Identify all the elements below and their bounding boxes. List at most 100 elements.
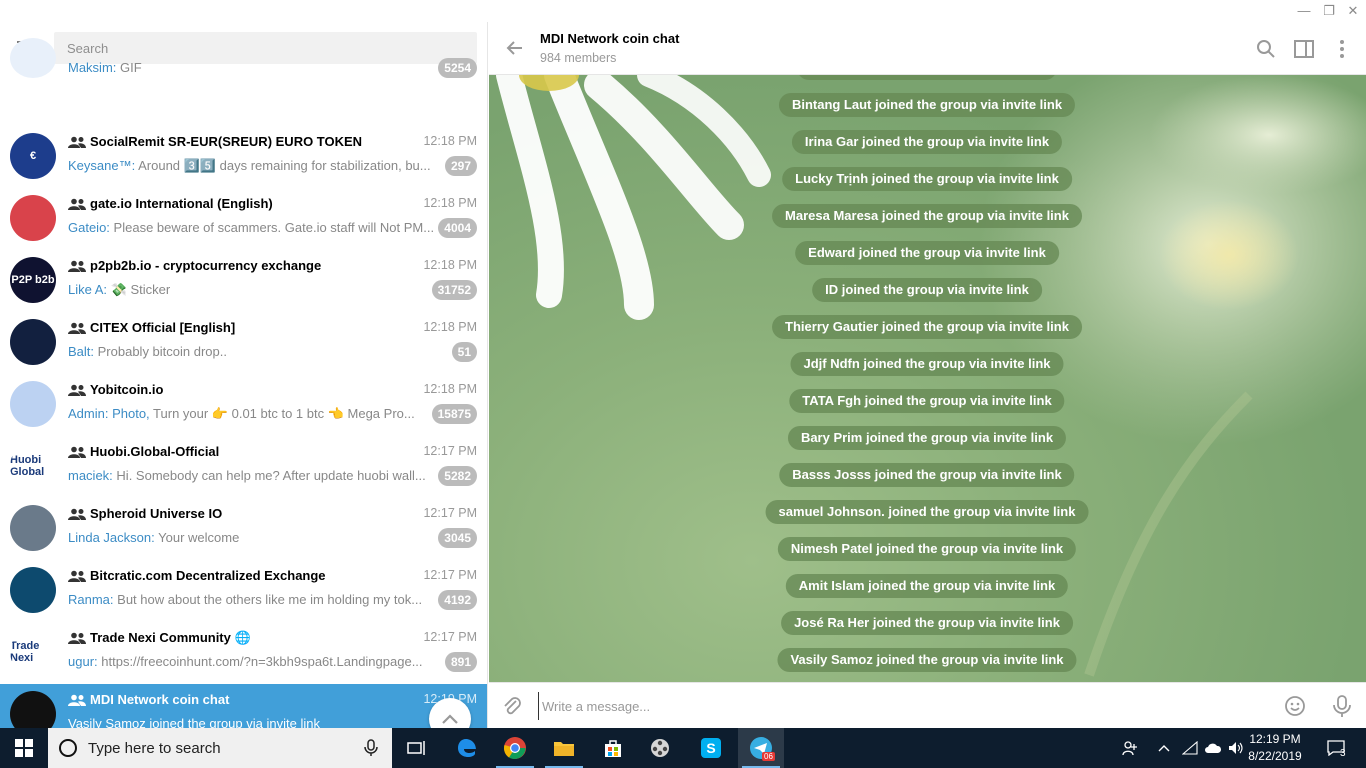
chat-list-item[interactable]: Huobi Global Huobi.Global-Official 12:17 P… [0, 436, 487, 498]
chat-avatar [10, 505, 56, 551]
chat-avatar [10, 195, 56, 241]
search-icon[interactable] [1255, 38, 1277, 60]
video-editor-icon[interactable] [637, 728, 683, 768]
message-area: Bintang Laut joined the group via invite… [489, 75, 1366, 682]
window-titlebar: — ❐ ✕ [0, 0, 1366, 22]
message-composer [489, 682, 1366, 728]
chat-name: Yobitcoin.io [90, 382, 164, 397]
chat-name: SocialRemit SR-EUR(SREUR) EURO TOKEN [90, 134, 363, 149]
store-icon[interactable] [590, 728, 636, 768]
microphone-icon[interactable] [364, 739, 378, 757]
wifi-icon[interactable] [1180, 728, 1200, 768]
volume-icon[interactable] [1226, 728, 1246, 768]
service-message: Basss Josss joined the group via invite … [779, 463, 1075, 487]
emoji-icon[interactable] [1284, 695, 1306, 717]
chat-time: 12:18 PM [423, 320, 477, 334]
system-clock[interactable]: 12:19 PM 8/22/2019 [1244, 731, 1306, 765]
chat-title[interactable]: MDI Network coin chat [540, 31, 679, 46]
chat-list-item[interactable]: Bitcratic.com Decentralized Exchange 12:1… [0, 560, 487, 622]
group-chat-icon [68, 694, 86, 706]
chat-preview: Linda Jackson: Your welcome [68, 530, 438, 545]
chat-header: MDI Network coin chat 984 members [489, 22, 1366, 75]
chat-list-item[interactable]: CITEX Official [English] 12:18 PM Balt: Pr… [0, 312, 487, 374]
start-button[interactable] [0, 728, 48, 768]
chat-list-item[interactable]: Maksim: GIF 5254 [0, 38, 487, 126]
sidebar-toggle-icon[interactable] [1293, 38, 1315, 60]
chat-list-item[interactable]: Spheroid Universe IO 12:17 PM Linda Jackso… [0, 498, 487, 560]
message-input[interactable] [538, 692, 1238, 720]
preview-sender: Admin: Photo, [68, 406, 150, 421]
action-center-icon[interactable]: 3 [1318, 728, 1354, 768]
chat-list-item[interactable]: Trade Nexi Trade Nexi Community 🌐 12:17 PM… [0, 622, 487, 684]
minimize-button[interactable]: — [1292, 2, 1316, 20]
close-button[interactable]: ✕ [1341, 2, 1365, 20]
cortana-icon [59, 739, 77, 757]
back-arrow-icon[interactable] [505, 38, 525, 58]
chat-time: 12:17 PM [423, 630, 477, 644]
preview-sender: Keysane™: [68, 158, 136, 173]
chat-avatar: € [10, 133, 56, 179]
chat-list-item[interactable]: Yobitcoin.io 12:18 PM Admin: Photo, Turn y… [0, 374, 487, 436]
group-chat-icon [68, 570, 86, 582]
unread-badge: 4192 [438, 590, 477, 610]
chat-list-item[interactable]: gate.io International (English) 12:18 PM G… [0, 188, 487, 250]
chevron-up-icon[interactable] [1154, 728, 1174, 768]
clock-date: 8/22/2019 [1248, 749, 1302, 763]
group-chat-icon [68, 136, 86, 148]
service-message: Nimesh Patel joined the group via invite… [777, 537, 1077, 561]
chat-preview: Vasily Samoz joined the group via invite… [68, 716, 438, 728]
taskbar-search-box[interactable]: Type here to search [48, 728, 392, 768]
paperclip-icon[interactable] [501, 695, 523, 717]
edge-browser-icon[interactable] [444, 728, 490, 768]
unread-badge: 891 [444, 652, 477, 672]
windows-logo-icon [15, 739, 33, 757]
service-message: Thierry Gautier joined the group via inv… [772, 315, 1082, 339]
preview-text: But how about the others like me im hold… [117, 592, 423, 607]
maximize-button[interactable]: ❐ [1317, 2, 1341, 20]
chat-sidebar: Maksim: GIF5254 € SocialRemit SR-EUR(SREUR… [0, 22, 488, 728]
preview-text: Vasily Samoz joined the group via invite… [68, 716, 320, 728]
group-chat-icon [68, 446, 86, 458]
chat-name: Trade Nexi Community 🌐 [90, 630, 251, 645]
preview-sender: maciek: [68, 468, 113, 483]
unread-badge: 31752 [431, 280, 477, 300]
chat-avatar [10, 38, 56, 78]
chat-avatar [10, 381, 56, 427]
unread-badge: 51 [451, 342, 477, 362]
chat-preview: Gateio: Please beware of scammers. Gate.… [68, 220, 438, 235]
chat-time: 12:17 PM [423, 568, 477, 582]
onedrive-cloud-icon[interactable] [1202, 728, 1224, 768]
unread-badge: 3045 [438, 528, 477, 548]
group-chat-icon [68, 632, 86, 644]
chat-avatar: Huobi Global [10, 443, 56, 489]
group-chat-icon [68, 384, 86, 396]
service-message: Bary Prim joined the group via invite li… [787, 426, 1067, 450]
file-explorer-icon[interactable] [541, 728, 587, 768]
chat-preview: Ranma: But how about the others like me … [68, 592, 438, 607]
service-message: ID joined the group via invite link [812, 278, 1042, 302]
chat-name: Spheroid Universe IO [90, 506, 223, 521]
chevron-up-icon [442, 714, 458, 724]
group-chat-icon [68, 322, 86, 334]
chat-list-item[interactable]: MDI Network coin chat 12:19 PM Vasily Sam… [0, 684, 487, 728]
unread-badge: 4004 [438, 218, 477, 238]
chat-list-item[interactable]: € SocialRemit SR-EUR(SREUR) EURO TOKEN 12:… [0, 126, 487, 188]
skype-icon[interactable]: S [688, 728, 734, 768]
service-message: Jdjf Ndfn joined the group via invite li… [790, 352, 1064, 376]
notification-count: 3 [1340, 748, 1346, 759]
people-icon[interactable] [1118, 728, 1142, 768]
preview-text: Your welcome [158, 530, 240, 545]
chrome-browser-icon[interactable] [492, 728, 538, 768]
chat-preview: Admin: Photo, Turn your 👉 0.01 btc to 1 … [68, 406, 438, 422]
telegram-icon[interactable]: 06 [738, 728, 784, 768]
chat-preview: Keysane™: Around 3️⃣5️⃣ days remaining f… [68, 158, 438, 174]
service-message: Amit Islam joined the group via invite l… [785, 574, 1069, 598]
microphone-icon[interactable] [1331, 694, 1353, 718]
more-options-icon[interactable] [1331, 38, 1353, 60]
chat-name: gate.io International (English) [90, 196, 273, 211]
preview-sender: Gateio: [68, 220, 110, 235]
chat-list-item[interactable]: P2P b2b p2pb2b.io - cryptocurrency exchan… [0, 250, 487, 312]
task-view-icon[interactable] [394, 728, 440, 768]
preview-text: 💸 Sticker [110, 282, 171, 297]
svg-text:S: S [706, 740, 715, 756]
